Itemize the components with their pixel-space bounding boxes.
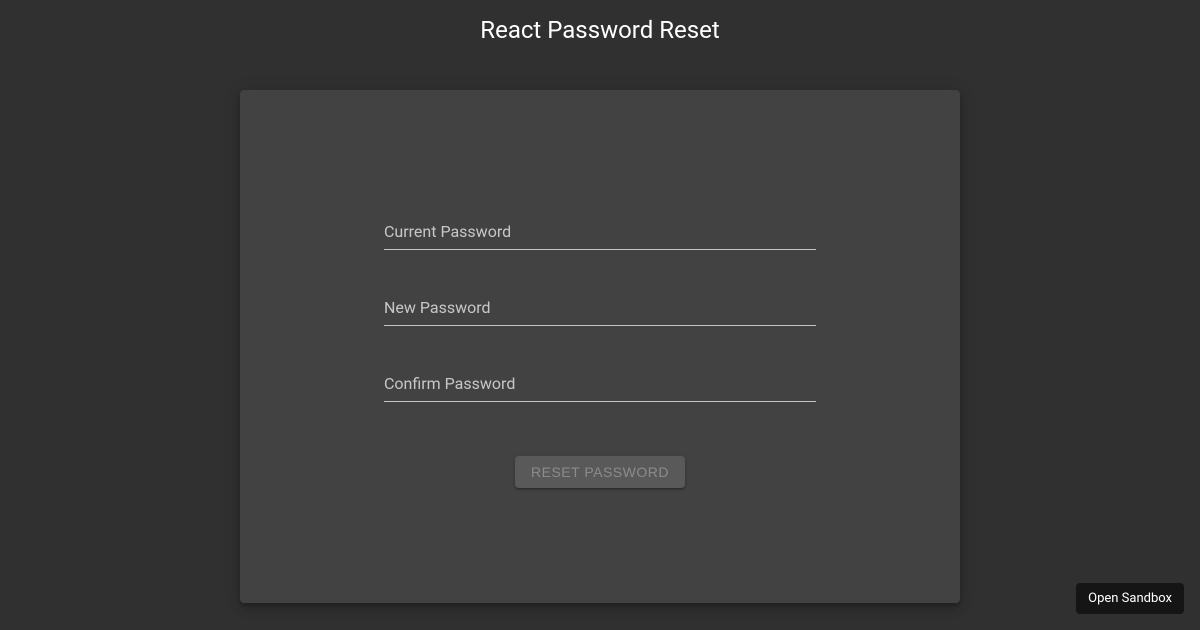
confirm-password-wrapper: Confirm Password [384,370,816,402]
password-reset-form: Current Password New Password Confirm Pa… [384,218,816,488]
open-sandbox-button[interactable]: Open Sandbox [1076,583,1184,614]
card-container: Current Password New Password Confirm Pa… [0,90,1200,603]
current-password-input[interactable] [384,218,816,250]
confirm-password-input[interactable] [384,370,816,402]
password-reset-card: Current Password New Password Confirm Pa… [240,90,960,603]
current-password-wrapper: Current Password [384,218,816,250]
page-title: React Password Reset [0,0,1200,60]
reset-password-button[interactable]: RESET PASSWORD [515,456,685,488]
new-password-input[interactable] [384,294,816,326]
new-password-wrapper: New Password [384,294,816,326]
